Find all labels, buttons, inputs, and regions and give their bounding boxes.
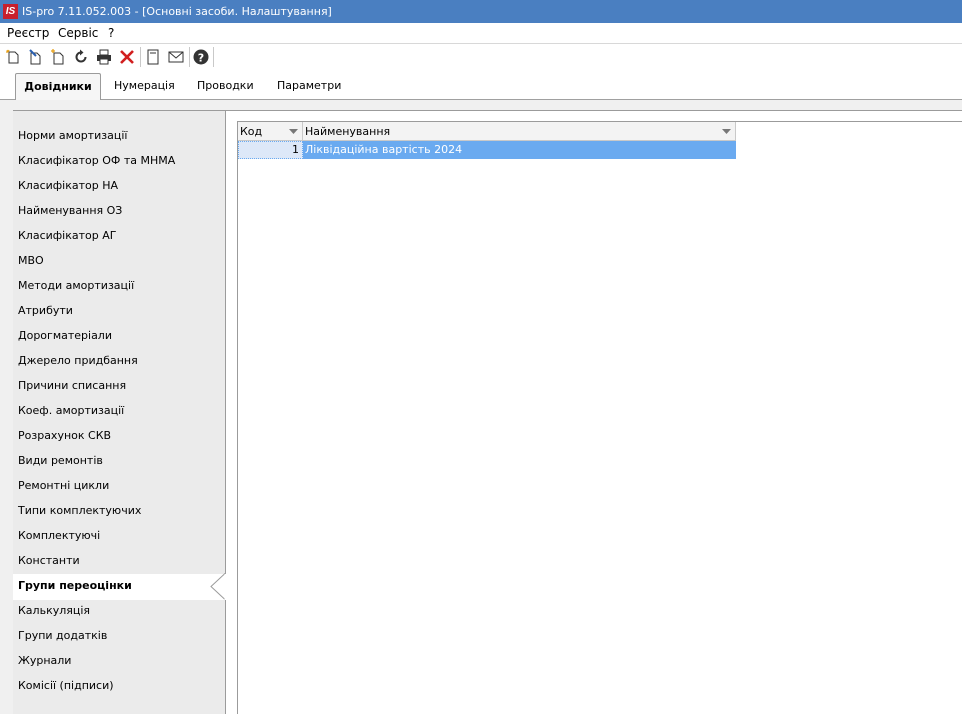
sidebar-item-repair-types[interactable]: Види ремонтів	[18, 451, 103, 471]
toolbar-separator	[140, 47, 141, 67]
window-title: IS-pro 7.11.052.003 - [Основні засоби. Н…	[22, 5, 332, 18]
sidebar-item-commissions[interactable]: Комісії (підписи)	[18, 676, 114, 696]
note-icon[interactable]	[143, 47, 163, 67]
column-header-code[interactable]: Код	[238, 122, 303, 141]
tab-numbering[interactable]: Нумерація	[114, 74, 175, 98]
sidebar-item-depreciation-norms[interactable]: Норми амортизації	[18, 126, 127, 146]
toolbar-separator	[213, 47, 214, 67]
svg-text:?: ?	[198, 51, 204, 64]
new-document-icon[interactable]	[3, 47, 23, 67]
sidebar-item-components[interactable]: Комплектуючі	[18, 526, 100, 546]
help-icon[interactable]: ?	[191, 47, 211, 67]
cell-name[interactable]: Ліквідаційна вартість 2024	[303, 141, 736, 159]
selection-pointer-icon	[210, 573, 226, 601]
sort-dropdown-icon[interactable]	[289, 129, 298, 134]
sidebar-item-fa-names[interactable]: Найменування ОЗ	[18, 201, 122, 221]
sidebar-item-calculation[interactable]: Калькуляція	[18, 601, 90, 621]
sidebar-item-journals[interactable]: Журнали	[18, 651, 71, 671]
tab-strip: Довідники Нумерація Проводки Параметри	[0, 70, 962, 100]
mail-icon[interactable]	[166, 47, 186, 67]
toolbar-separator	[189, 47, 190, 67]
menu-help[interactable]: ?	[108, 26, 114, 40]
sidebar-item-acquisition-source[interactable]: Джерело придбання	[18, 351, 138, 371]
content-area	[237, 121, 962, 714]
sidebar-item-mvo[interactable]: МВО	[18, 251, 44, 271]
sidebar-item-skv-calculation[interactable]: Розрахунок СКВ	[18, 426, 111, 446]
column-header-name[interactable]: Найменування	[303, 122, 736, 141]
toolbar: ?	[0, 43, 962, 71]
sidebar-item-repair-cycles[interactable]: Ремонтні цикли	[18, 476, 109, 496]
sidebar-item-constants[interactable]: Константи	[18, 551, 80, 571]
print-icon[interactable]	[94, 47, 114, 67]
sidebar-item-fa-classifier[interactable]: Класифікатор ОФ та МНМА	[18, 151, 175, 171]
sort-dropdown-icon[interactable]	[722, 129, 731, 134]
sidebar-item-road-materials[interactable]: Дорогматеріали	[18, 326, 112, 346]
column-header-code-label: Код	[240, 125, 263, 138]
sidebar-item-na-classifier[interactable]: Класифікатор НА	[18, 176, 118, 196]
table-row[interactable]: 1 Ліквідаційна вартість 2024	[238, 141, 736, 159]
menu-service[interactable]: Сервіс	[58, 26, 98, 40]
sidebar: Норми амортизації Класифікатор ОФ та МНМ…	[13, 110, 226, 714]
app-logo-icon: IS	[3, 4, 18, 19]
cell-code[interactable]: 1	[238, 141, 303, 159]
sidebar-item-attributes[interactable]: Атрибути	[18, 301, 73, 321]
edit-document-icon[interactable]	[25, 47, 45, 67]
sidebar-item-component-types[interactable]: Типи комплектуючих	[18, 501, 141, 521]
title-bar: IS IS-pro 7.11.052.003 - [Основні засоби…	[0, 0, 962, 23]
menu-registry[interactable]: Реєстр	[7, 26, 49, 40]
tab-parameters[interactable]: Параметри	[277, 74, 341, 98]
refresh-icon[interactable]	[71, 47, 91, 67]
copy-document-icon[interactable]	[47, 47, 67, 67]
delete-icon[interactable]	[117, 47, 137, 67]
sidebar-item-depreciation-methods[interactable]: Методи амортизації	[18, 276, 134, 296]
sidebar-item-depreciation-coef[interactable]: Коеф. амортизації	[18, 401, 124, 421]
column-header-name-label: Найменування	[305, 125, 391, 138]
menu-bar: Реєстр Сервіс ?	[0, 23, 962, 43]
sidebar-item-addon-groups[interactable]: Групи додатків	[18, 626, 107, 646]
tab-directories[interactable]: Довідники	[15, 73, 101, 100]
sidebar-item-write-off-reasons[interactable]: Причини списання	[18, 376, 126, 396]
sidebar-item-ag-classifier[interactable]: Класифікатор АГ	[18, 226, 116, 246]
sidebar-item-revaluation-groups[interactable]: Групи переоцінки	[18, 576, 132, 596]
tab-postings[interactable]: Проводки	[197, 74, 254, 98]
